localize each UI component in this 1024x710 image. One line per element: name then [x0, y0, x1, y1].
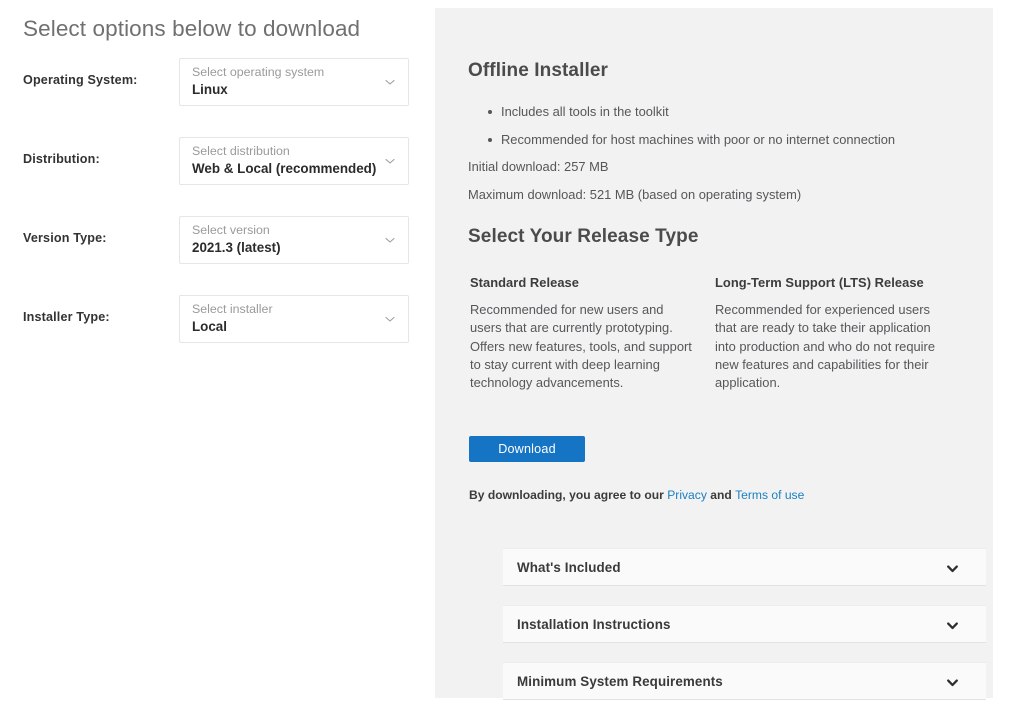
agreement-text: By downloading, you agree to our Privacy…: [469, 488, 804, 502]
select-version-type-placeholder: Select version: [192, 223, 270, 237]
select-installer-type[interactable]: Select installer Local: [179, 295, 409, 343]
release-column-standard: Standard Release Recommended for new use…: [470, 275, 694, 392]
chevron-down-icon[interactable]: [945, 675, 960, 690]
chevron-down-icon: [383, 154, 397, 168]
chevron-down-icon[interactable]: [945, 618, 960, 633]
accordion-whats-included-label: What's Included: [517, 560, 621, 575]
chevron-down-icon: [383, 75, 397, 89]
release-standard-body: Recommended for new users and users that…: [470, 302, 692, 391]
option-row-installer-type: Installer Type: Select installer Local: [0, 295, 435, 344]
option-row-version-type: Version Type: Select version 2021.3 (lat…: [0, 216, 435, 265]
terms-of-use-link[interactable]: Terms of use: [735, 488, 804, 502]
accordion-whats-included[interactable]: What's Included: [503, 548, 986, 586]
initial-download-size: Initial download: 257 MB: [468, 159, 609, 174]
download-details-panel: Offline Installer Includes all tools in …: [435, 8, 993, 700]
page-title: Select options below to download: [23, 16, 361, 41]
label-version-type: Version Type:: [23, 231, 107, 245]
label-operating-system: Operating System:: [23, 73, 138, 87]
maximum-download-size: Maximum download: 521 MB (based on opera…: [468, 187, 802, 202]
select-operating-system[interactable]: Select operating system Linux: [179, 58, 409, 106]
agreement-prefix: By downloading, you agree to our: [469, 488, 668, 502]
chevron-down-icon: [383, 312, 397, 326]
release-standard-title: Standard Release: [470, 275, 579, 290]
release-lts-title: Long-Term Support (LTS) Release: [715, 275, 924, 290]
list-item: Recommended for host machines with poor …: [468, 126, 938, 154]
label-distribution: Distribution:: [23, 152, 100, 166]
download-options-form: Select options below to download Operati…: [0, 0, 435, 710]
select-version-type[interactable]: Select version 2021.3 (latest): [179, 216, 409, 264]
accordion-minimum-system-requirements[interactable]: Minimum System Requirements: [503, 662, 986, 700]
accordion-installation-instructions-label: Installation Instructions: [517, 617, 671, 632]
select-distribution-placeholder: Select distribution: [192, 144, 290, 158]
privacy-link[interactable]: Privacy: [667, 488, 707, 502]
release-column-lts: Long-Term Support (LTS) Release Recommen…: [715, 275, 939, 392]
label-installer-type: Installer Type:: [23, 310, 110, 324]
release-lts-body: Recommended for experienced users that a…: [715, 302, 936, 391]
list-item: Includes all tools in the toolkit: [468, 98, 938, 126]
agreement-middle: and: [706, 488, 736, 502]
release-type-heading: Select Your Release Type: [468, 226, 699, 247]
chevron-down-icon[interactable]: [945, 561, 960, 576]
select-distribution[interactable]: Select distribution Web & Local (recomme…: [179, 137, 409, 185]
option-row-distribution: Distribution: Select distribution Web & …: [0, 137, 435, 186]
download-button[interactable]: Download: [469, 436, 585, 462]
select-operating-system-value: Linux: [192, 82, 228, 97]
offline-installer-bullet-list: Includes all tools in the toolkit Recomm…: [468, 98, 938, 153]
select-installer-type-placeholder: Select installer: [192, 302, 273, 316]
select-version-type-value: 2021.3 (latest): [192, 240, 281, 255]
select-operating-system-placeholder: Select operating system: [192, 65, 325, 79]
offline-installer-heading: Offline Installer: [468, 60, 609, 81]
accordion-minimum-system-requirements-label: Minimum System Requirements: [517, 674, 723, 689]
panel-content: Offline Installer Includes all tools in …: [468, 8, 986, 700]
select-installer-type-value: Local: [192, 319, 227, 334]
option-row-operating-system: Operating System: Select operating syste…: [0, 58, 435, 107]
accordion-installation-instructions[interactable]: Installation Instructions: [503, 605, 986, 643]
chevron-down-icon: [383, 233, 397, 247]
select-distribution-value: Web & Local (recommended): [192, 161, 377, 176]
